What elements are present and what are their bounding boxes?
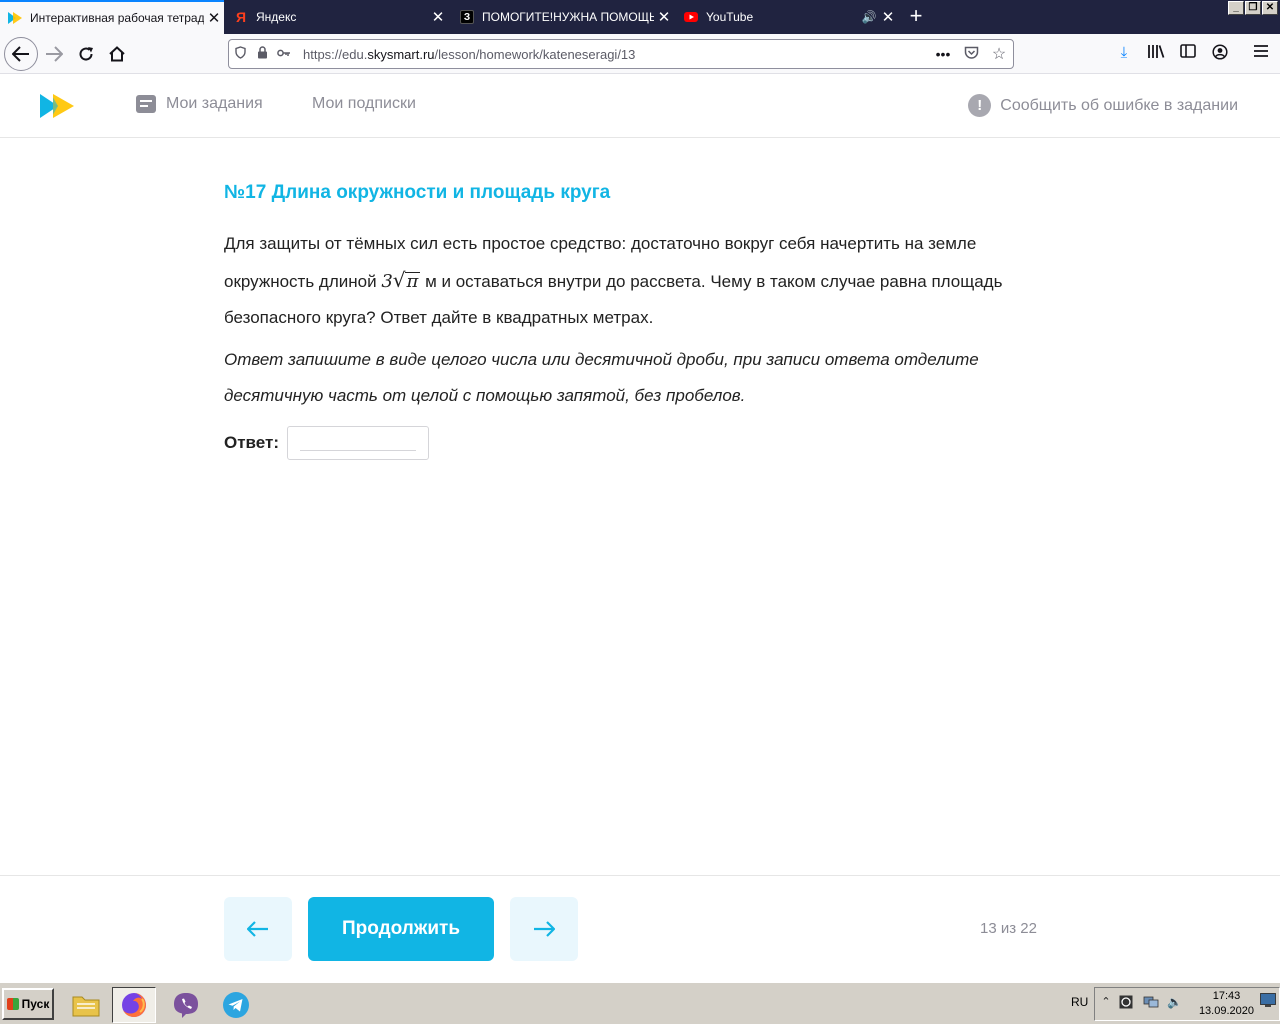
- close-icon[interactable]: ✕: [878, 8, 898, 26]
- previous-task-button[interactable]: [224, 897, 292, 961]
- site-header: Мои задания Мои подписки ! Сообщить об о…: [0, 75, 1280, 138]
- reload-button[interactable]: [70, 38, 102, 70]
- menu-icon[interactable]: [1250, 44, 1272, 61]
- reload-icon: [79, 47, 93, 61]
- task-title: №17 Длина окружности и площадь круга: [224, 182, 611, 203]
- tab-title: Интерактивная рабочая тетрадь: [30, 11, 204, 25]
- downloads-icon[interactable]: ⤓: [1113, 44, 1135, 61]
- skysmart-logo[interactable]: [40, 94, 76, 118]
- znanija-icon: З: [460, 10, 474, 24]
- firefox-icon: [122, 993, 146, 1017]
- close-icon[interactable]: ✕: [204, 9, 224, 27]
- math-expression: 3√π: [381, 268, 421, 292]
- clock-time: 17:43: [1212, 990, 1241, 1002]
- telegram-icon: [223, 992, 249, 1018]
- browser-tab-strip: Интерактивная рабочая тетрадь ✕ Я Яндекс…: [0, 0, 1280, 34]
- nav-my-subscriptions-label: Мои подписки: [312, 95, 416, 112]
- answer-input[interactable]: [288, 427, 428, 459]
- home-icon: [109, 46, 125, 62]
- file-explorer-button[interactable]: [64, 987, 108, 1023]
- page-actions-icon[interactable]: •••: [929, 46, 957, 62]
- arrow-left-icon: [247, 921, 268, 937]
- start-button[interactable]: Пуск: [2, 988, 54, 1020]
- continue-button[interactable]: Продолжить: [308, 897, 494, 961]
- forward-button[interactable]: [38, 38, 70, 70]
- close-window-button[interactable]: ✕: [1262, 1, 1278, 15]
- answer-row: Ответ:: [224, 426, 429, 460]
- youtube-icon: [684, 10, 698, 24]
- answer-label: Ответ:: [224, 433, 279, 452]
- viber-taskbar-button[interactable]: [164, 987, 208, 1023]
- show-desktop-icon[interactable]: [1260, 993, 1276, 1007]
- speaker-icon[interactable]: 🔊: [860, 10, 878, 24]
- viber-icon: [174, 993, 198, 1018]
- tray-app-icon[interactable]: [1119, 995, 1133, 1009]
- bookmark-star-icon[interactable]: ☆: [985, 44, 1013, 64]
- task-footer: Продолжить 13 из 22: [0, 875, 1280, 981]
- windows-flag-icon: [6, 998, 19, 1010]
- firefox-taskbar-button[interactable]: [112, 987, 156, 1023]
- lock-icon[interactable]: [251, 46, 273, 62]
- clock[interactable]: 17:43 13.09.2020: [1199, 989, 1254, 1019]
- address-bar[interactable]: https://edu.skysmart.ru/lesson/homework/…: [228, 39, 1014, 69]
- new-tab-button[interactable]: +: [902, 3, 930, 31]
- arrow-left-icon: [12, 46, 29, 62]
- nav-my-tasks-label: Мои задания: [166, 95, 263, 112]
- close-icon[interactable]: ✕: [654, 8, 674, 26]
- shield-icon[interactable]: [229, 46, 251, 62]
- sidebar-icon[interactable]: [1177, 44, 1199, 62]
- telegram-taskbar-button[interactable]: [214, 987, 258, 1023]
- task-text: Для защиты от тёмных сил есть простое ср…: [224, 226, 1064, 336]
- url-text: https://edu.skysmart.ru/lesson/homework/…: [303, 46, 636, 62]
- navigation-toolbar: https://edu.skysmart.ru/lesson/homework/…: [0, 34, 1280, 74]
- report-error-label: Сообщить об ошибке в задании: [1000, 96, 1238, 114]
- key-icon[interactable]: [273, 47, 295, 61]
- tasks-icon: [136, 95, 156, 113]
- nav-my-subscriptions[interactable]: Мои подписки: [312, 95, 416, 113]
- answer-input-box[interactable]: [287, 426, 429, 460]
- tab-title: YouTube: [706, 10, 754, 24]
- tab-znanija[interactable]: З ПОМОГИТЕ!НУЖНА ПОМОЩЬ В М ✕: [452, 0, 674, 34]
- arrow-right-icon: [534, 921, 555, 937]
- close-icon[interactable]: ✕: [428, 8, 448, 26]
- yandex-icon: Я: [235, 9, 247, 25]
- report-error-link[interactable]: ! Сообщить об ошибке в задании: [968, 94, 1238, 117]
- network-icon[interactable]: [1143, 995, 1159, 1009]
- restore-window-button[interactable]: ❐: [1245, 1, 1261, 15]
- task-progress: 13 из 22: [980, 920, 1037, 937]
- answer-hint: Ответ запишите в виде целого числа или д…: [224, 350, 979, 405]
- home-button[interactable]: [101, 38, 133, 70]
- nav-my-tasks[interactable]: Мои задания: [136, 95, 263, 113]
- pocket-icon[interactable]: [957, 46, 985, 63]
- next-task-button[interactable]: [510, 897, 578, 961]
- clock-date: 13.09.2020: [1198, 1005, 1254, 1017]
- volume-icon[interactable]: 🔈: [1167, 995, 1182, 1009]
- account-icon[interactable]: [1209, 44, 1231, 64]
- back-button[interactable]: [4, 37, 38, 71]
- tab-yandex[interactable]: Я Яндекс ✕: [226, 0, 448, 34]
- tab-title: ПОМОГИТЕ!НУЖНА ПОМОЩЬ В М: [482, 10, 654, 24]
- minimize-window-button[interactable]: _: [1228, 1, 1244, 15]
- tab-youtube[interactable]: YouTube 🔊 ✕: [676, 0, 898, 34]
- exclamation-icon: !: [968, 94, 992, 117]
- skysmart-icon: [8, 11, 22, 25]
- tab-skysmart[interactable]: Интерактивная рабочая тетрадь ✕: [0, 0, 224, 34]
- arrow-right-icon: [46, 46, 63, 62]
- windows-taskbar: Пуск RU ⌃ 🔈 17:43 13.09.2020: [0, 982, 1280, 1024]
- library-icon[interactable]: [1145, 44, 1167, 63]
- folder-icon: [72, 996, 100, 1017]
- tray-expand-icon[interactable]: ⌃: [1099, 995, 1113, 1009]
- start-label: Пуск: [21, 997, 50, 1011]
- tab-title: Яндекс: [256, 10, 297, 24]
- keyboard-language[interactable]: RU: [1071, 995, 1088, 1009]
